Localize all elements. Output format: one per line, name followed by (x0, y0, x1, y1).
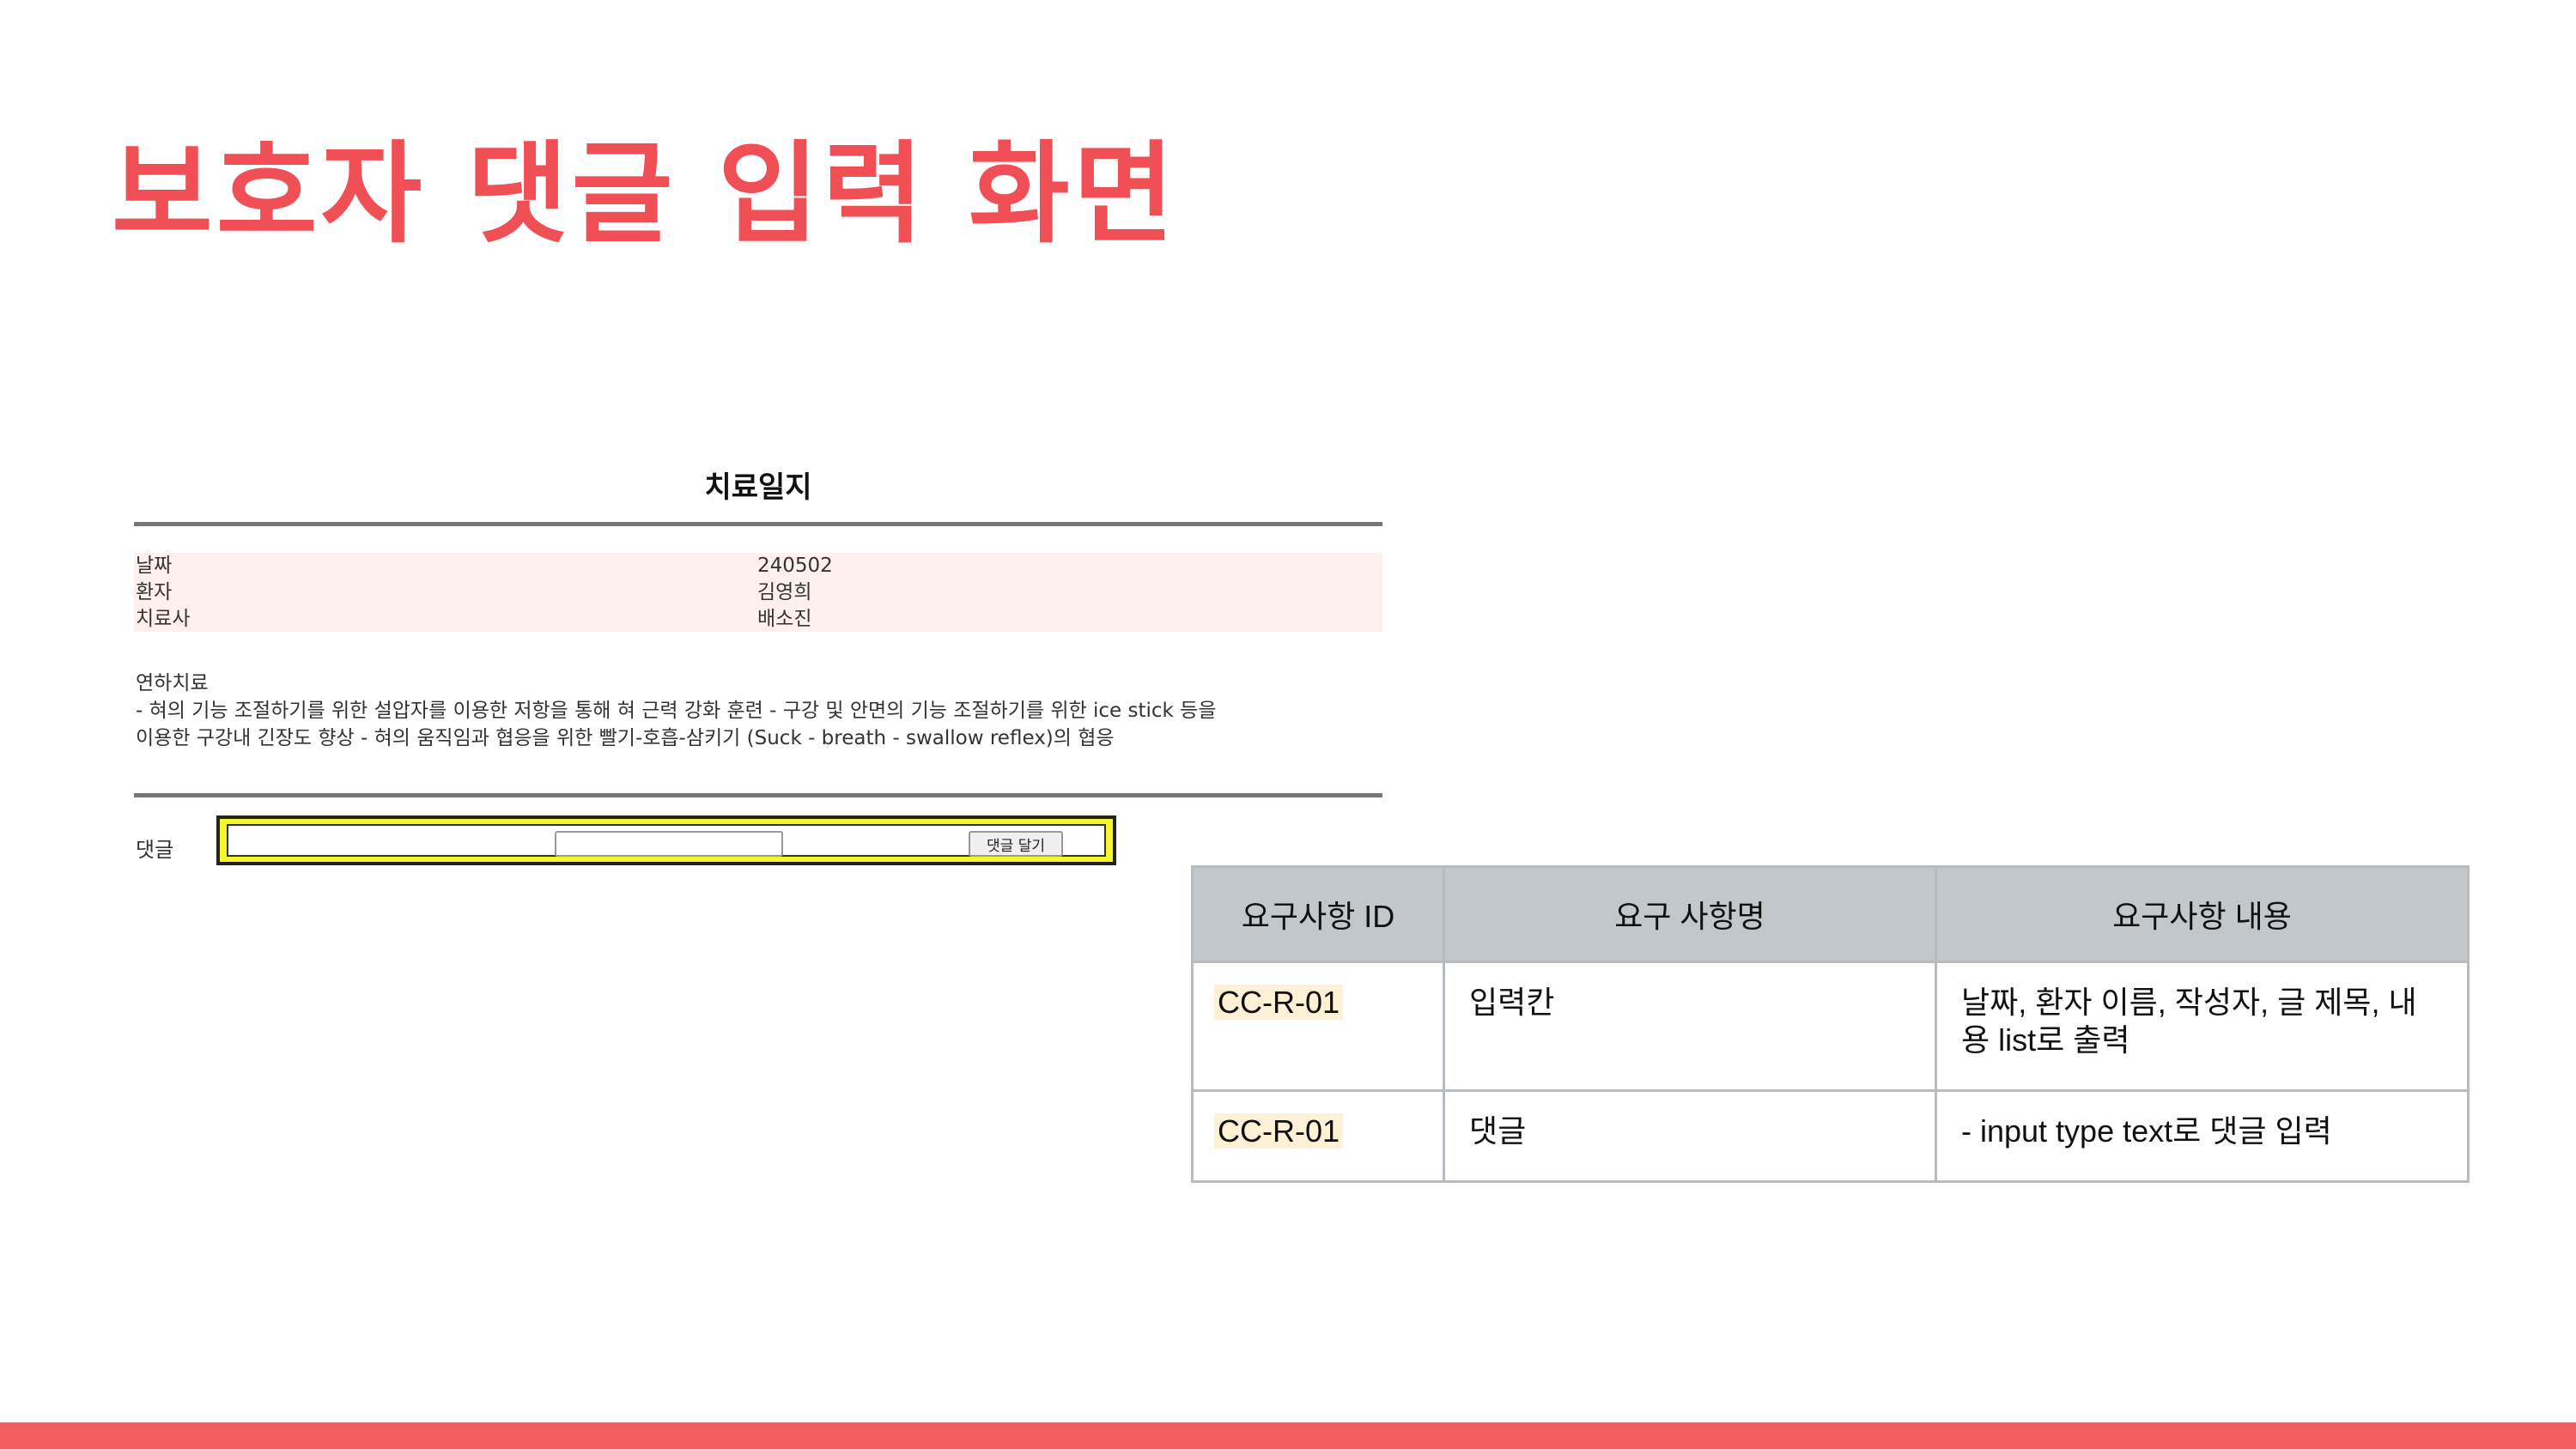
info-row-date: 날짜 240502 (134, 553, 1382, 579)
info-label: 환자 (136, 581, 173, 603)
info-label: 날짜 (136, 555, 173, 577)
info-section: 날짜 240502 환자 김영희 치료사 배소진 (134, 553, 1382, 632)
treatment-content: 연하치료 - 혀의 기능 조절하기를 위한 설압자를 이용한 저항을 통해 혀 … (136, 670, 1381, 752)
requirement-id: CC-R-01 (1214, 985, 1344, 1020)
add-comment-button[interactable]: 댓글 달기 (969, 831, 1063, 857)
table-row: CC-R-01 입력칸 날짜, 환자 이름, 작성자, 글 제목, 내용 lis… (1191, 961, 2470, 1092)
treatment-log-title: 치료일지 (704, 470, 812, 505)
treatment-log-screenshot: 치료일지 날짜 240502 환자 김영희 치료사 배소진 연하치료 - 혀의 … (134, 464, 1382, 893)
info-value: 김영희 (757, 581, 812, 603)
slide-title: 보호자 댓글 입력 화면 (112, 130, 1178, 258)
table-row: CC-R-01 댓글 - input type text로 댓글 입력 (1191, 1089, 2470, 1183)
info-label: 치료사 (136, 608, 191, 630)
comment-label: 댓글 (136, 838, 174, 862)
treatment-line: 이용한 구강내 긴장도 향상 - 혀의 움직임과 협응을 위한 빨기-호흡-삼키… (136, 727, 1115, 749)
cell-name: 댓글 (1443, 1089, 1937, 1183)
cell-id: CC-R-01 (1191, 1089, 1445, 1183)
comment-input[interactable] (555, 831, 783, 857)
header-requirement-content: 요구사항 내용 (1935, 865, 2470, 963)
requirement-id: CC-R-01 (1214, 1113, 1344, 1149)
bottom-accent-bar (0, 1422, 2576, 1449)
cell-content: - input type text로 댓글 입력 (1935, 1089, 2470, 1183)
bottom-divider (134, 793, 1382, 797)
info-row-patient: 환자 김영희 (134, 579, 1382, 606)
cell-id: CC-R-01 (1191, 961, 1445, 1092)
requirements-table: 요구사항 ID 요구 사항명 요구사항 내용 CC-R-01 입력칸 날짜, 환… (1191, 865, 2470, 1183)
cell-content: 날짜, 환자 이름, 작성자, 글 제목, 내용 list로 출력 (1935, 961, 2470, 1092)
header-requirement-name: 요구 사항명 (1443, 865, 1937, 963)
info-row-therapist: 치료사 배소진 (134, 606, 1382, 633)
comment-form: 댓글 달기 (227, 824, 1106, 857)
info-value: 240502 (757, 555, 833, 577)
treatment-line: - 혀의 기능 조절하기를 위한 설압자를 이용한 저항을 통해 혀 근력 강화… (136, 700, 1217, 722)
treatment-heading: 연하치료 (136, 672, 209, 694)
cell-name: 입력칸 (1443, 961, 1937, 1092)
info-value: 배소진 (757, 608, 812, 630)
header-requirement-id: 요구사항 ID (1191, 865, 1445, 963)
table-header-row: 요구사항 ID 요구 사항명 요구사항 내용 (1191, 865, 2470, 963)
comment-highlight-box: 댓글 달기 (216, 815, 1116, 865)
top-divider (134, 522, 1382, 526)
